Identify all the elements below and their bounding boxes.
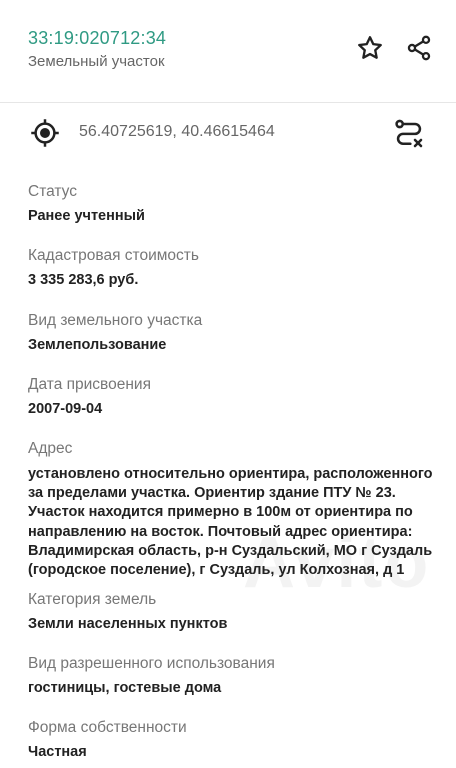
field-value: Ранее учтенный bbox=[28, 208, 145, 224]
share-icon bbox=[407, 35, 431, 61]
coordinates-row: 56.40725619, 40.46615464 bbox=[0, 110, 456, 154]
cadastral-number: 33:19:020712:34 bbox=[28, 28, 167, 48]
field-label: Категория земель bbox=[28, 591, 157, 608]
object-type: Земельный участок bbox=[28, 53, 165, 70]
divider bbox=[0, 102, 456, 103]
field-label: Адрес bbox=[28, 440, 73, 457]
field-address: Адрес установлено относительно ориентира… bbox=[28, 439, 440, 580]
star-icon bbox=[358, 36, 382, 59]
field-value: Частная bbox=[28, 744, 87, 760]
field-value: установлено относительно ориентира, расп… bbox=[28, 466, 433, 579]
field-label: Вид разрешенного использования bbox=[28, 655, 275, 672]
field-land-kind: Вид земельного участка Землепользование bbox=[28, 311, 202, 355]
field-value: 2007-09-04 bbox=[28, 401, 103, 417]
field-label: Статус bbox=[28, 183, 77, 200]
field-value: Земли населенных пунктов bbox=[28, 616, 228, 632]
target-icon bbox=[31, 119, 59, 147]
field-permitted-use: Вид разрешенного использования гостиницы… bbox=[28, 654, 275, 698]
field-label: Форма собственности bbox=[28, 719, 187, 736]
field-status: Статус Ранее учтенный bbox=[28, 182, 145, 226]
field-ownership: Форма собственности Частная bbox=[28, 718, 187, 762]
coordinates-text[interactable]: 56.40725619, 40.46615464 bbox=[79, 123, 275, 141]
field-label: Дата присвоения bbox=[28, 376, 151, 393]
route-button[interactable] bbox=[393, 118, 425, 150]
header: 33:19:020712:34 Земельный участок bbox=[0, 0, 456, 100]
field-value: гостиницы, гостевые дома bbox=[28, 680, 222, 696]
field-assignment-date: Дата присвоения 2007-09-04 bbox=[28, 375, 151, 419]
field-value: Землепользование bbox=[28, 337, 167, 353]
field-land-category: Категория земель Земли населенных пункто… bbox=[28, 590, 227, 634]
field-value: 3 335 283,6 руб. bbox=[28, 272, 139, 288]
location-button[interactable] bbox=[30, 118, 60, 148]
field-label: Вид земельного участка bbox=[28, 312, 203, 329]
share-button[interactable] bbox=[403, 32, 435, 64]
route-icon bbox=[395, 119, 423, 148]
field-label: Кадастровая стоимость bbox=[28, 247, 199, 264]
favorite-button[interactable] bbox=[354, 32, 386, 64]
field-cadastral-cost: Кадастровая стоимость 3 335 283,6 руб. bbox=[28, 246, 199, 290]
